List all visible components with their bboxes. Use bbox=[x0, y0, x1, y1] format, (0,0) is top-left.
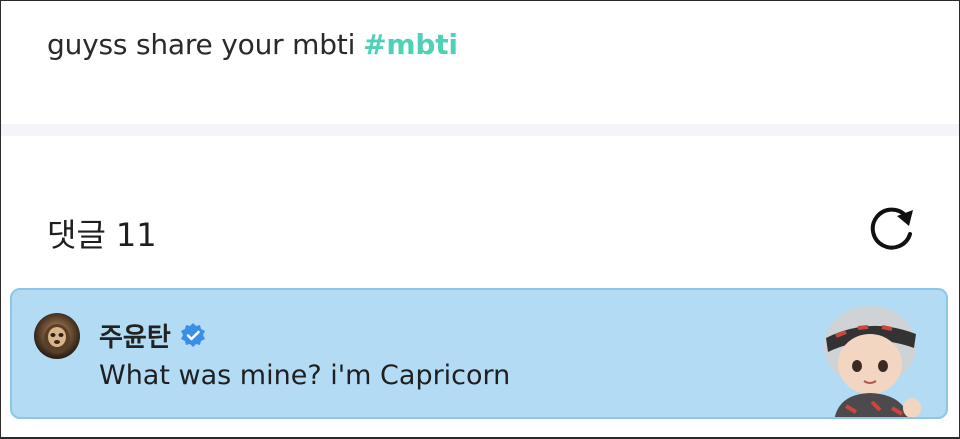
post-body: guyss share your mbti bbox=[47, 28, 356, 61]
refresh-icon bbox=[870, 207, 913, 250]
comments-header: 댓글 11 bbox=[47, 210, 157, 256]
author-name[interactable]: 주윤탄 bbox=[99, 317, 171, 354]
comments-label: 댓글 bbox=[47, 216, 106, 254]
author-row: 주윤탄 bbox=[99, 317, 207, 354]
chibi-character-sticker bbox=[824, 306, 921, 417]
comments-count: 11 bbox=[115, 216, 157, 254]
avatar[interactable] bbox=[34, 313, 80, 359]
post-text: guyss share your mbti #mbti bbox=[47, 28, 458, 61]
comment-text: What was mine? i'm Capricorn bbox=[99, 360, 511, 391]
section-divider bbox=[1, 124, 959, 136]
verified-badge-icon bbox=[180, 322, 205, 347]
hashtag-link[interactable]: #mbti bbox=[363, 28, 458, 61]
comment-card[interactable]: 주윤탄 What was mine? i'm Capricorn bbox=[10, 288, 948, 419]
refresh-button[interactable] bbox=[867, 204, 917, 250]
avatar-image bbox=[44, 324, 70, 354]
